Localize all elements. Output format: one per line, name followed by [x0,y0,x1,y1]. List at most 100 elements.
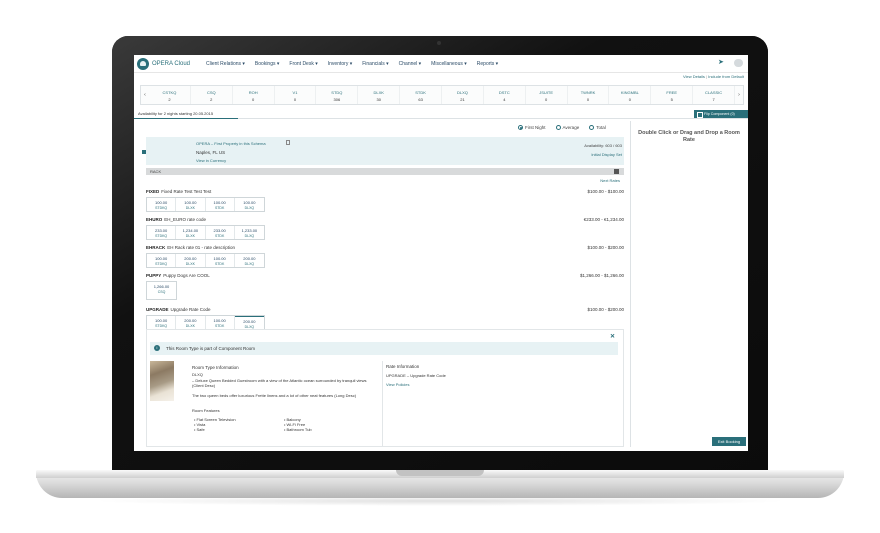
room-type-count: 2 [210,97,213,102]
initial-display-link[interactable]: Initial Display Set [591,152,622,157]
rate-cell[interactable]: 200.00 DLXQ [235,254,264,267]
room-type-column[interactable]: DSTC 4 [484,86,526,104]
rate-code: EHRACK [146,245,166,250]
menu-financials[interactable]: Financials ▾ [362,61,388,67]
menu-front-desk[interactable]: Front Desk ▾ [289,61,317,67]
menu-inventory[interactable]: Inventory ▾ [328,61,352,67]
room-type-column[interactable]: KINGMBL 0 [609,86,652,104]
rate-row: PUPPY Puppy Dogs Are COOL $1,266.00 - $1,2… [146,273,624,300]
room-type-column[interactable]: STDK 63 [400,86,443,104]
include-from-default-link[interactable]: Include from Default [705,74,744,79]
room-type-code: FREE [666,90,678,95]
radio-total[interactable]: Total [589,125,606,131]
rate-header[interactable]: FIXED Fixed Rate Test Test Test [146,189,624,194]
radio-average[interactable]: Average [555,125,579,131]
rate-cell[interactable]: 233.00 STDKQ [147,226,177,239]
app-logo-text[interactable]: OPERA Cloud [152,61,190,67]
rate-cell[interactable]: 200.00 DLXQ [234,316,264,329]
rocket-icon[interactable]: ➤ [718,59,726,67]
rate-amount: 1,266.00 [153,284,170,289]
rate-cell[interactable]: 100.00 STDK [206,198,235,211]
room-long-description: The two queen beds offer luxurious Frett… [192,393,357,398]
rate-cell-grid: 233.00 STDKQ 1,234.00 DLXK 233.00 STDK 1,233.0… [146,225,265,240]
view-policies-link[interactable]: View Policies [386,382,410,387]
room-type-column[interactable]: CSQ 2 [191,86,233,104]
menu-channel[interactable]: Channel ▾ [399,61,422,67]
room-type-column[interactable]: CLASSIC 7 [693,86,736,104]
view-details-link[interactable]: View Details [683,74,705,79]
collapse-rack-icon[interactable] [614,169,619,174]
rate-room-code: CSQ [157,290,166,294]
rate-cell[interactable]: 100.00 DLXQ [235,198,264,211]
rate-amount: 200.00 [184,256,197,261]
room-type-column[interactable]: JSUITE 0 [526,86,568,104]
menu-client-relations[interactable]: Client Relations ▾ [206,61,245,67]
feature-item: Bathroom Tub [284,427,312,432]
strip-prev-arrow-icon[interactable]: ‹ [141,86,149,104]
room-type-code: DSTC [498,90,510,95]
collapse-property-icon[interactable] [142,150,146,154]
rate-cell[interactable]: 233.00 STDK [206,226,235,239]
document-icon[interactable] [286,140,290,145]
rate-cell[interactable]: 200.00 DLXK [176,254,206,267]
menu-reports[interactable]: Reports ▾ [477,61,498,67]
top-links: View DetailsInclude from Default [683,74,744,79]
menu-bookings[interactable]: Bookings ▾ [255,61,279,67]
next-rates-link[interactable]: Next Rates [600,178,620,183]
rate-price-range: $100.00 - $200.00 [587,245,624,250]
rate-cell[interactable]: 100.00 STDKQ [147,198,177,211]
rate-room-code: DLXK [185,234,195,238]
room-type-column[interactable]: FREE 5 [651,86,694,104]
room-type-column[interactable]: CSTKQ 2 [149,86,191,104]
flip-component-button[interactable]: Flip Component (0) [694,110,748,118]
room-type-column[interactable]: V1 0 [275,86,317,104]
opera-logo-icon[interactable] [137,58,149,70]
room-type-code: TWNRK [580,90,596,95]
rate-header[interactable]: PUPPY Puppy Dogs Are COOL [146,273,624,278]
rate-info-title: Rate Information [386,364,420,369]
room-type-count: 0 [586,97,590,102]
close-icon[interactable]: ✕ [610,333,615,340]
room-type-column[interactable]: DLXK 30 [358,86,401,104]
strip-next-arrow-icon[interactable]: › [735,86,743,104]
rate-cell[interactable]: 1,233.00 DLXQ [235,226,264,239]
radio-first-night[interactable]: First Night [518,125,546,131]
room-code: DLXQ [192,372,203,377]
rate-cell[interactable]: 100.00 STDK [206,316,235,329]
top-navigation-bar: OPERA Cloud Client Relations ▾ Bookings … [134,55,748,73]
rate-header[interactable]: EHURO EH_EURO rate code [146,217,624,222]
rate-amount: 100.00 [213,318,226,323]
room-type-code: CSTKQ [162,90,177,95]
rate-room-code: STDKQ [155,206,168,210]
availability-tab[interactable]: Availability for 2 nights starting 20.05… [138,111,213,116]
room-type-column[interactable]: TWNRK 0 [568,86,610,104]
room-type-code: DLXK [373,90,384,95]
features-list-left: Flat Screen Television Vista Safe [194,417,236,432]
rate-cell[interactable]: 100.00 STDKQ [147,316,177,329]
chat-icon[interactable] [734,59,743,67]
info-banner-text: This Room Type is part of Component Room [166,346,255,351]
rate-cell[interactable]: 100.00 STDK [206,254,235,267]
rate-cell[interactable]: 1,266.00 CSQ [147,282,176,295]
rate-cell[interactable]: 1,234.00 DLXK [176,226,206,239]
rate-cell[interactable]: 200.00 DLXK [176,316,206,329]
rate-header[interactable]: EHRACK EH Rack rate 01 - rate description [146,245,624,250]
room-type-column[interactable]: ROH 0 [233,86,275,104]
rate-room-code: STDKQ [155,234,168,238]
rack-section-header[interactable] [146,168,624,175]
room-photo[interactable] [150,361,174,401]
rate-cell[interactable]: 100.00 DLXK [176,198,206,211]
drop-zone-title: Double Click or Drag and Drop a Room Rat… [638,130,740,143]
rate-amount: 233.00 [155,228,168,233]
rate-info-code: UPGRADE – Upgrade Rate Code [386,373,446,378]
menu-miscellaneous[interactable]: Miscellaneous ▾ [431,61,467,67]
rate-room-code: DLXQ [244,206,255,210]
room-type-column[interactable]: STDQ 306 [316,86,359,104]
rate-header[interactable]: UPGRADE Upgrade Rate Code [146,307,624,312]
room-type-column[interactable]: DLXQ 21 [442,86,484,104]
property-name-link[interactable]: OPERA – First Property in this Schema [196,141,266,146]
rate-cell[interactable]: 100.00 STDKQ [147,254,177,267]
view-in-currency-link[interactable]: View in Currency [196,158,226,163]
rate-room-code: DLXK [185,262,195,266]
exit-booking-button[interactable]: Exit Booking [712,437,746,446]
